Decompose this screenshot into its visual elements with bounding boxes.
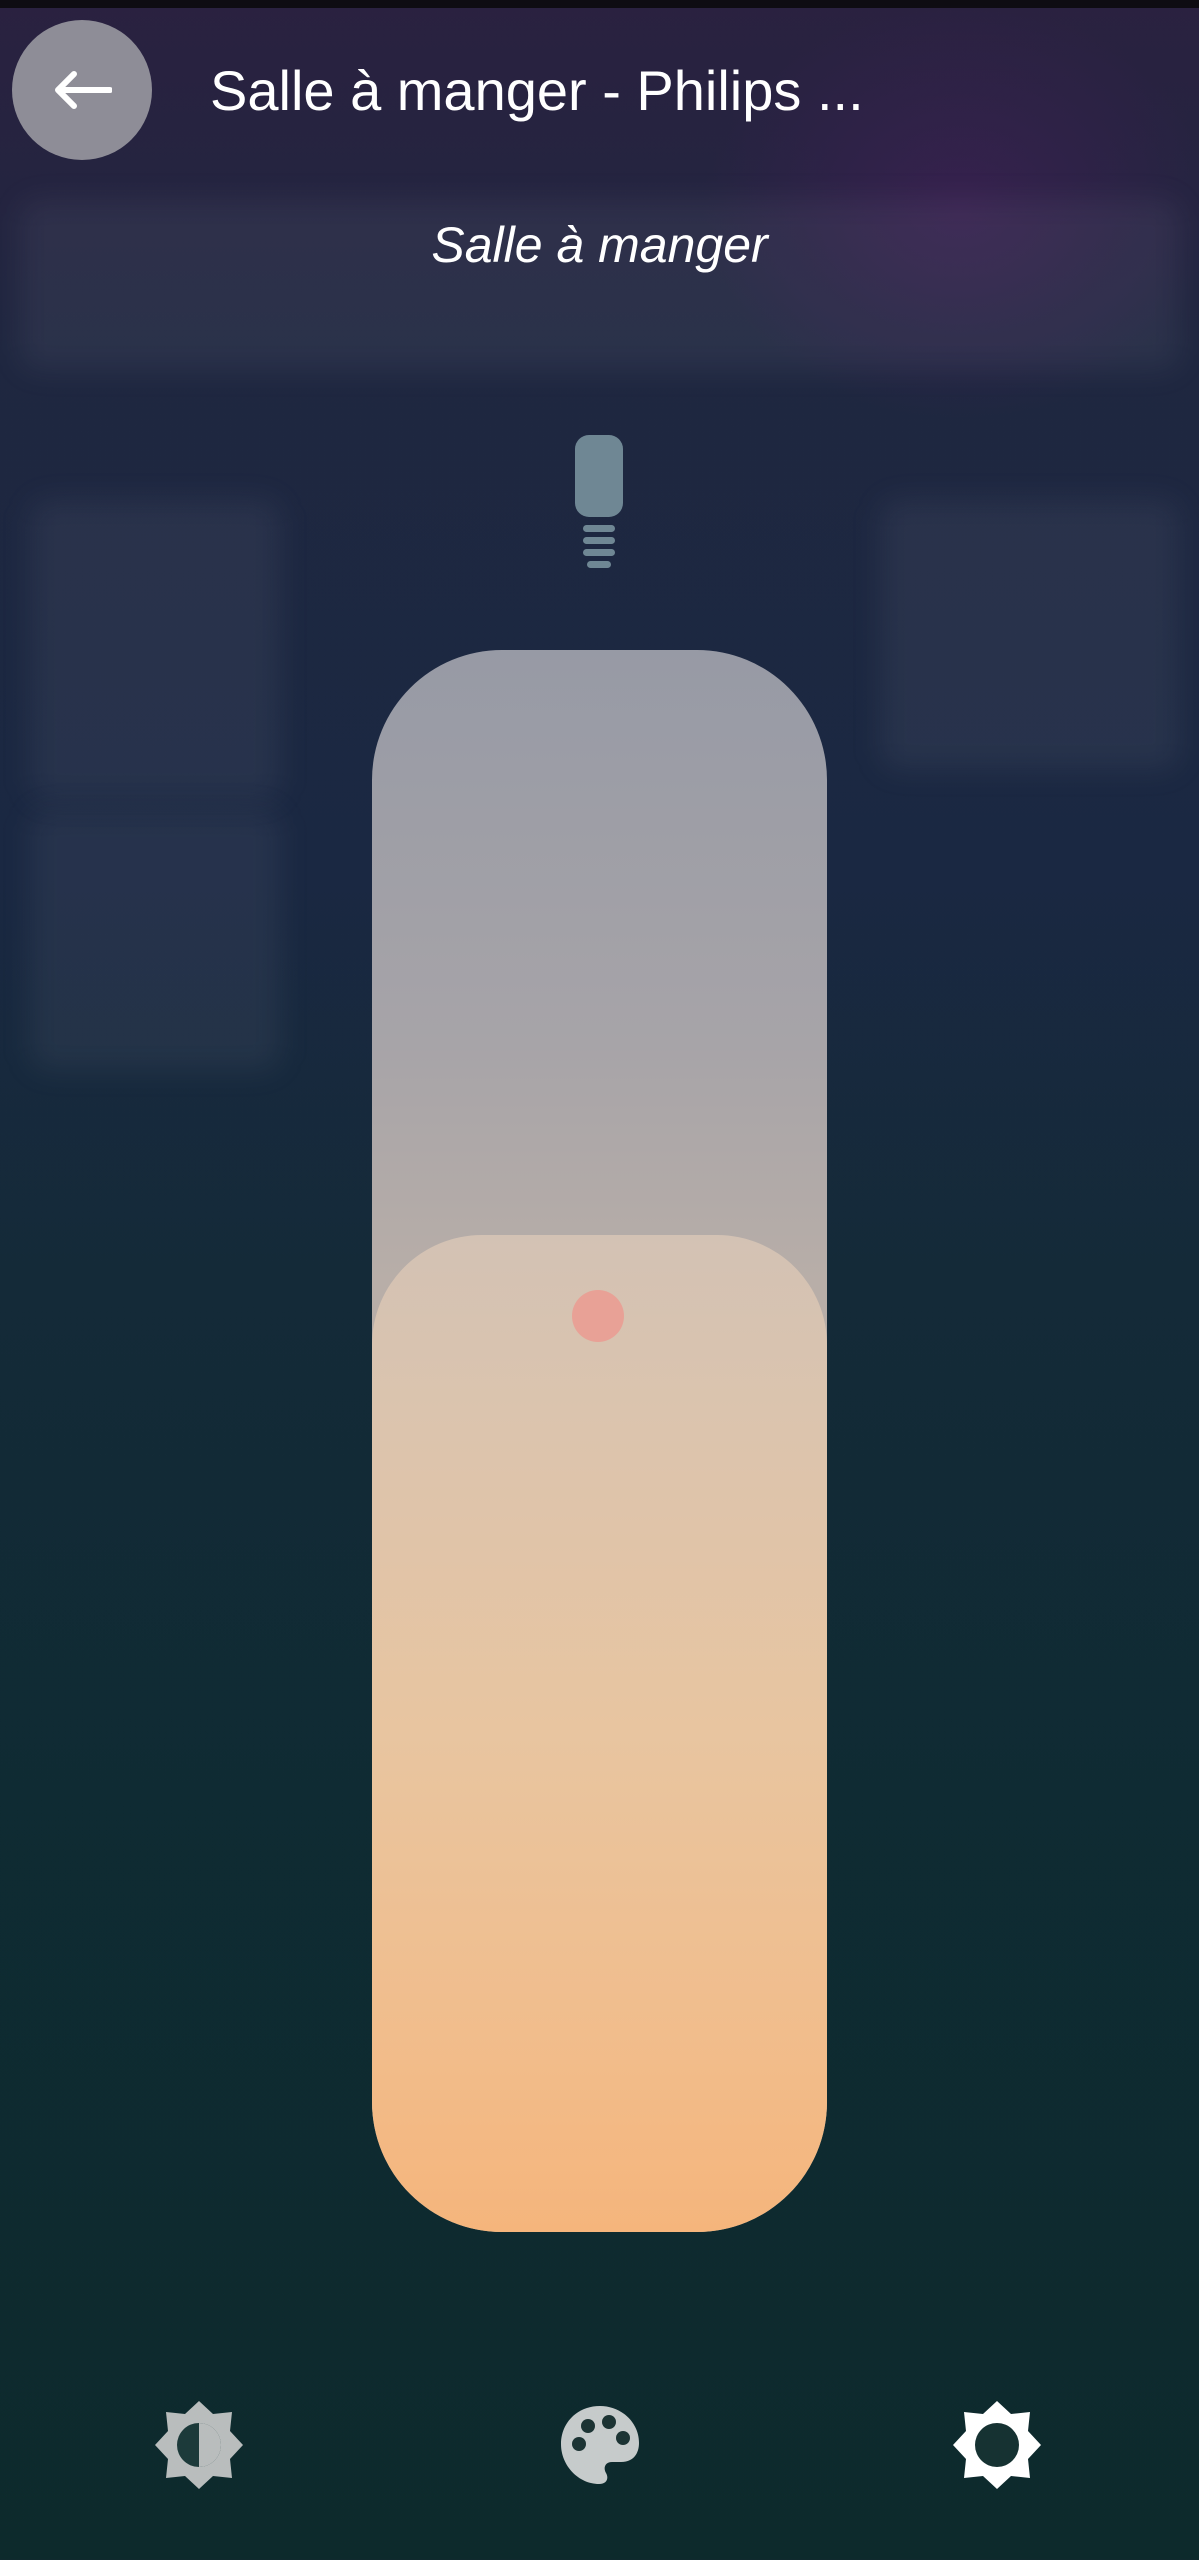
room-name: Salle à manger [431,217,768,273]
page-title: Salle à manger - Philips ... [210,59,864,122]
settings-button[interactable] [942,2390,1052,2500]
brightness-slider-fill [372,1235,827,2232]
palette-button[interactable] [545,2390,655,2500]
bottom-toolbar [0,2390,1199,2510]
brightness-icon [155,2401,243,2489]
arrow-left-icon [55,71,112,109]
gear-icon [953,2401,1041,2489]
background-blur-pane [30,810,280,1070]
color-handle[interactable] [572,1290,624,1342]
background-blur-pane [880,500,1180,770]
light-bulb-icon [575,435,623,568]
back-button[interactable] [12,20,152,160]
palette-icon [561,2406,639,2484]
brightness-button[interactable] [144,2390,254,2500]
brightness-slider[interactable] [372,650,827,2232]
background-blur-pane [30,500,280,800]
